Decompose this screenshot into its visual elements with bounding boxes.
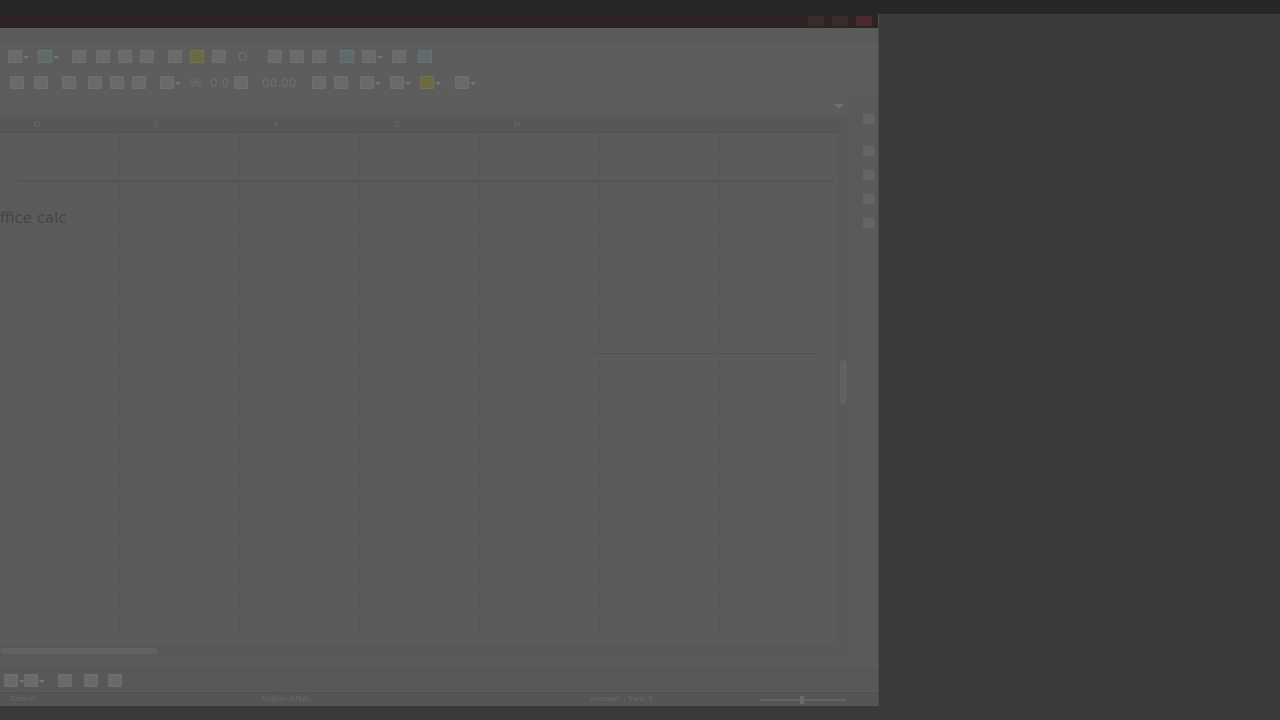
strikethrough-icon[interactable] [10, 76, 24, 89]
currency-format-icon[interactable] [160, 76, 181, 89]
pivot-table-icon[interactable] [212, 50, 226, 63]
formula-bar[interactable] [0, 98, 850, 119]
sheet-first-icon[interactable] [58, 674, 72, 687]
sort-icon[interactable] [96, 50, 110, 63]
sidebar-properties-icon[interactable] [863, 114, 874, 124]
sheet-prev-icon[interactable] [84, 674, 98, 687]
split-window-icon[interactable] [392, 50, 406, 63]
column-header-g[interactable]: G [394, 120, 400, 129]
row-divider [590, 353, 816, 354]
comment-icon[interactable] [290, 50, 304, 63]
window-controls [808, 16, 872, 26]
number-format-icon[interactable]: 0.0 [210, 76, 229, 90]
column-header-e[interactable]: E [154, 120, 159, 129]
expand-formula-bar-icon[interactable] [834, 104, 844, 114]
calc-window: Ω % 0.0 00.00 D E F G H ffice calc Defau… [0, 14, 878, 706]
align-right-icon[interactable] [110, 76, 124, 89]
sheet-nav-icon[interactable] [4, 674, 25, 687]
font-color-icon[interactable] [34, 76, 48, 89]
minimize-button[interactable] [808, 16, 824, 26]
cell-text[interactable]: ffice calc [0, 209, 67, 227]
vertical-scrollbar[interactable] [838, 120, 850, 644]
sheet-tab-bar [0, 668, 878, 691]
add-decimal-icon[interactable]: 00.00 [262, 76, 296, 90]
define-print-area-icon[interactable] [340, 50, 354, 63]
formatting-toolbar: % 0.0 00.00 [0, 70, 878, 96]
borders-icon[interactable] [360, 76, 381, 89]
zoom-slider-handle[interactable] [800, 696, 804, 704]
merge-cells-icon[interactable] [72, 50, 86, 63]
column-header-h[interactable]: H [514, 120, 520, 129]
language-status[interactable]: English (USA) [262, 695, 309, 703]
background-color-icon[interactable] [420, 76, 441, 89]
desktop-top-bar [0, 0, 1280, 14]
date-format-icon[interactable] [234, 76, 248, 89]
horizontal-scrollbar[interactable] [0, 646, 850, 656]
selection-summary-status[interactable]: Average: ; Sum: 0 [590, 695, 653, 703]
autofilter-icon[interactable] [140, 50, 154, 63]
horizontal-scroll-thumb[interactable] [0, 648, 158, 654]
row-divider [20, 181, 834, 182]
special-character-icon[interactable]: Ω [238, 50, 247, 64]
align-center-icon[interactable] [88, 76, 102, 89]
header-footer-icon[interactable] [312, 50, 326, 63]
sort-descending-icon[interactable] [118, 50, 132, 63]
align-left-icon[interactable] [62, 76, 76, 89]
conditional-format-icon[interactable] [455, 76, 476, 89]
sidebar-gallery-icon[interactable] [863, 170, 874, 180]
zoom-slider[interactable] [760, 696, 846, 704]
insert-image-icon[interactable] [168, 50, 182, 63]
window-titlebar[interactable] [0, 14, 878, 28]
column-header-f[interactable]: F [274, 120, 279, 129]
row-icon[interactable] [8, 50, 29, 63]
desktop-background [879, 14, 1280, 720]
percent-format-icon[interactable]: % [190, 76, 201, 90]
decrease-indent-icon[interactable] [334, 76, 348, 89]
standard-toolbar: Ω [0, 44, 878, 70]
show-draw-functions-icon[interactable] [418, 50, 432, 63]
vertical-scroll-thumb[interactable] [840, 360, 847, 404]
sidebar-styles-icon[interactable] [863, 146, 874, 156]
close-button[interactable] [856, 16, 872, 26]
justify-icon[interactable] [132, 76, 146, 89]
status-bar: Default English (USA) Average: ; Sum: 0 [0, 692, 878, 706]
insert-chart-icon[interactable] [190, 50, 204, 63]
page-style-status[interactable]: Default [10, 695, 36, 703]
cell-grid[interactable]: ffice calc [0, 133, 836, 645]
increase-indent-icon[interactable] [312, 76, 326, 89]
sheet-next-icon[interactable] [108, 674, 122, 687]
hyperlink-icon[interactable] [268, 50, 282, 63]
sidebar-deck [860, 106, 878, 266]
maximize-button[interactable] [832, 16, 848, 26]
freeze-rows-icon[interactable] [362, 50, 383, 63]
sidebar-functions-icon[interactable] [863, 218, 874, 228]
sidebar-navigator-icon[interactable] [863, 194, 874, 204]
column-header-d[interactable]: D [34, 120, 40, 129]
column-icon[interactable] [38, 50, 59, 63]
add-sheet-icon[interactable] [24, 674, 45, 687]
column-headers: D E F G H [0, 120, 838, 133]
border-style-icon[interactable] [390, 76, 411, 89]
